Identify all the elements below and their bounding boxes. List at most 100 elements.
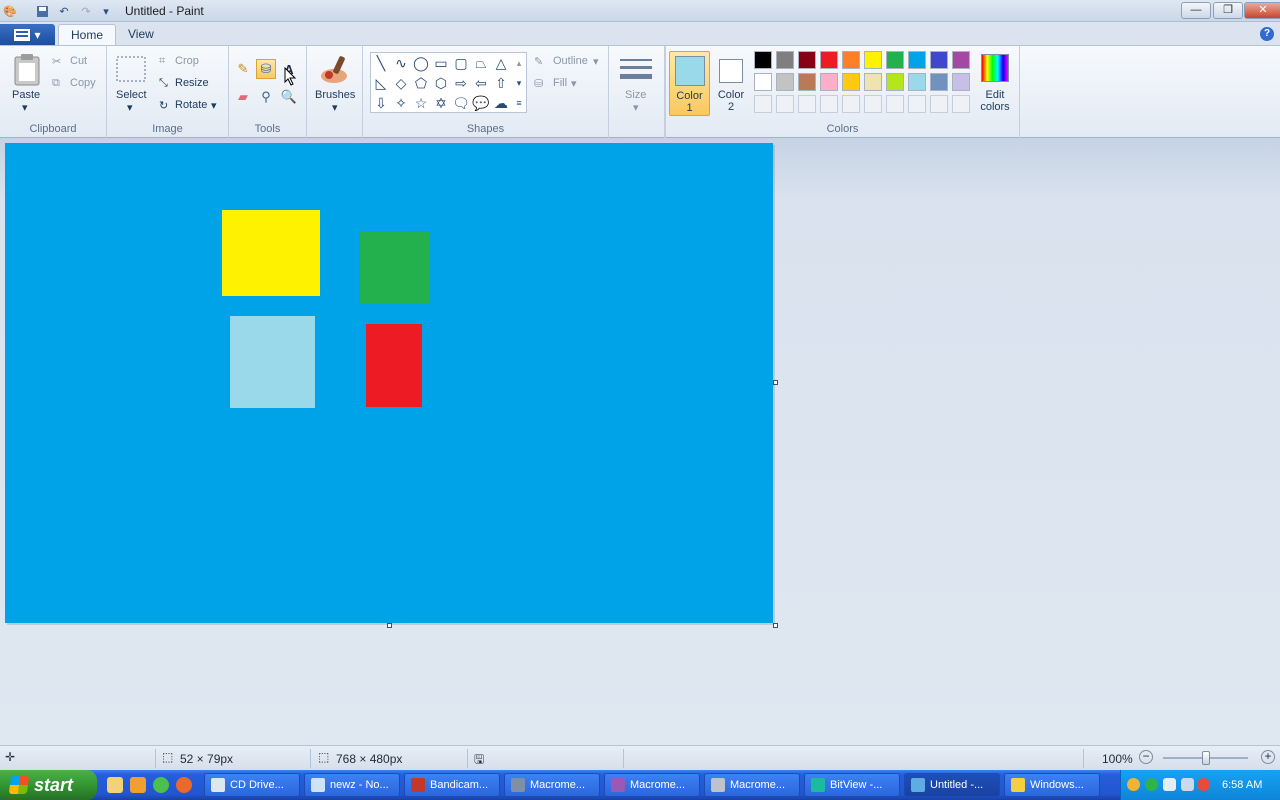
rectangle-callout-shape-icon[interactable]: 🗨 <box>451 93 471 113</box>
color-picker-icon[interactable]: ⚲ <box>256 87 276 107</box>
cloud-callout-shape-icon[interactable]: ☁ <box>491 93 511 113</box>
copy-icon[interactable]: ⧉ <box>52 77 60 90</box>
brushes-dropdown-icon[interactable]: ▾ <box>332 101 338 114</box>
palette-empty-swatch[interactable] <box>930 95 948 113</box>
undo-icon[interactable]: ↶ <box>56 3 72 19</box>
taskbar-button[interactable]: CD Drive... <box>204 773 300 797</box>
rounded-rectangle-shape-icon[interactable]: ▢ <box>451 53 471 73</box>
palette-color-swatch[interactable] <box>952 73 970 91</box>
resize-handle-bottom[interactable] <box>387 623 392 628</box>
brushes-button[interactable]: Brushes <box>315 89 355 101</box>
paste-icon[interactable] <box>10 52 44 88</box>
resize-handle-corner[interactable] <box>773 623 778 628</box>
palette-color-swatch[interactable] <box>754 51 772 69</box>
minimize-button[interactable]: — <box>1181 2 1211 19</box>
help-icon[interactable]: ? <box>1260 27 1274 41</box>
fill-button[interactable]: Fill <box>553 77 567 89</box>
palette-color-swatch[interactable] <box>952 51 970 69</box>
zoom-out-button[interactable]: − <box>1139 750 1153 764</box>
zoom-slider-thumb[interactable] <box>1202 751 1210 765</box>
five-point-star-shape-icon[interactable]: ☆ <box>411 93 431 113</box>
palette-empty-swatch[interactable] <box>886 95 904 113</box>
taskbar-button[interactable]: BitView -... <box>804 773 900 797</box>
palette-color-swatch[interactable] <box>930 51 948 69</box>
up-arrow-shape-icon[interactable]: ⇧ <box>491 73 511 93</box>
palette-empty-swatch[interactable] <box>952 95 970 113</box>
rotate-dropdown-icon[interactable]: ▾ <box>211 99 217 112</box>
taskbar-button[interactable]: Macrome... <box>704 773 800 797</box>
crop-icon[interactable]: ⌗ <box>159 55 165 68</box>
palette-color-swatch[interactable] <box>908 73 926 91</box>
palette-empty-swatch[interactable] <box>798 95 816 113</box>
resize-button[interactable]: Resize <box>175 77 209 89</box>
redo-icon[interactable]: ↷ <box>78 3 94 19</box>
paint-app-icon[interactable]: 🎨 <box>2 3 18 19</box>
palette-color-swatch[interactable] <box>864 73 882 91</box>
palette-empty-swatch[interactable] <box>864 95 882 113</box>
gallery-scroll-up-icon[interactable]: ▴ <box>513 53 525 73</box>
down-arrow-shape-icon[interactable]: ⇩ <box>371 93 391 113</box>
select-dropdown-icon[interactable]: ▾ <box>127 101 133 114</box>
taskbar-button[interactable]: Untitled -... <box>904 773 1000 797</box>
tab-home[interactable]: Home <box>58 24 117 46</box>
palette-color-swatch[interactable] <box>864 51 882 69</box>
outline-button[interactable]: Outline <box>553 55 588 67</box>
six-point-star-shape-icon[interactable]: ✡ <box>431 93 451 113</box>
oval-shape-icon[interactable]: ◯ <box>411 53 431 73</box>
rotate-icon[interactable]: ↻ <box>159 99 168 112</box>
palette-color-swatch[interactable] <box>908 51 926 69</box>
zoom-in-button[interactable]: + <box>1261 750 1275 764</box>
messenger-icon[interactable] <box>153 777 169 793</box>
polygon-shape-icon[interactable]: ⏢ <box>471 53 491 73</box>
curve-shape-icon[interactable]: ∿ <box>391 53 411 73</box>
tab-view[interactable]: View <box>116 24 166 46</box>
palette-color-swatch[interactable] <box>798 51 816 69</box>
palette-color-swatch[interactable] <box>776 51 794 69</box>
restore-button[interactable]: ❐ <box>1213 2 1243 19</box>
fill-icon[interactable]: ⛁ <box>534 77 543 90</box>
resize-handle-right[interactable] <box>773 380 778 385</box>
outline-dropdown-icon[interactable]: ▾ <box>593 55 599 68</box>
chrome-tray-icon[interactable] <box>1145 778 1158 791</box>
size-icon[interactable] <box>619 54 653 86</box>
brushes-icon[interactable] <box>317 53 351 85</box>
paste-dropdown-icon[interactable]: ▾ <box>22 101 28 114</box>
rectangle-shape-icon[interactable]: ▭ <box>431 53 451 73</box>
line-shape-icon[interactable]: ╲ <box>371 53 391 73</box>
paint-menu-button[interactable]: ▾ <box>0 24 55 45</box>
right-arrow-shape-icon[interactable]: ⇨ <box>451 73 471 93</box>
palette-color-swatch[interactable] <box>820 51 838 69</box>
diamond-shape-icon[interactable]: ◇ <box>391 73 411 93</box>
taskbar-button[interactable]: Windows... <box>1004 773 1100 797</box>
triangle-shape-icon[interactable]: △ <box>491 53 511 73</box>
fill-dropdown-icon[interactable]: ▾ <box>571 77 577 90</box>
palette-color-swatch[interactable] <box>930 73 948 91</box>
palette-color-swatch[interactable] <box>798 73 816 91</box>
select-icon[interactable] <box>115 54 147 84</box>
palette-empty-swatch[interactable] <box>820 95 838 113</box>
copy-button[interactable]: Copy <box>70 77 96 89</box>
outline-icon[interactable]: ✎ <box>534 55 543 68</box>
gallery-expand-icon[interactable]: ≡ <box>513 93 525 113</box>
close-button[interactable]: ✕ <box>1244 2 1280 19</box>
start-button[interactable]: start <box>0 770 97 800</box>
edit-colors-button[interactable]: Edit colors <box>978 51 1014 116</box>
taskbar-button[interactable]: Macrome... <box>504 773 600 797</box>
network-tray-icon[interactable] <box>1181 778 1194 791</box>
show-desktop-icon[interactable] <box>107 777 123 793</box>
fill-bucket-icon[interactable]: ⛁ <box>256 59 276 79</box>
gallery-scroll-down-icon[interactable]: ▾ <box>513 73 525 93</box>
crop-button[interactable]: Crop <box>175 55 199 67</box>
taskbar-button[interactable]: Bandicam... <box>404 773 500 797</box>
right-triangle-shape-icon[interactable]: ◺ <box>371 73 391 93</box>
palette-empty-swatch[interactable] <box>908 95 926 113</box>
palette-color-swatch[interactable] <box>842 51 860 69</box>
hexagon-shape-icon[interactable]: ⬡ <box>431 73 451 93</box>
cut-button[interactable]: Cut <box>70 55 87 67</box>
four-point-star-shape-icon[interactable]: ✧ <box>391 93 411 113</box>
left-arrow-shape-icon[interactable]: ⇦ <box>471 73 491 93</box>
palette-color-swatch[interactable] <box>820 73 838 91</box>
taskbar-button[interactable]: Macrome... <box>604 773 700 797</box>
paste-button[interactable]: Paste <box>12 89 40 101</box>
palette-empty-swatch[interactable] <box>842 95 860 113</box>
